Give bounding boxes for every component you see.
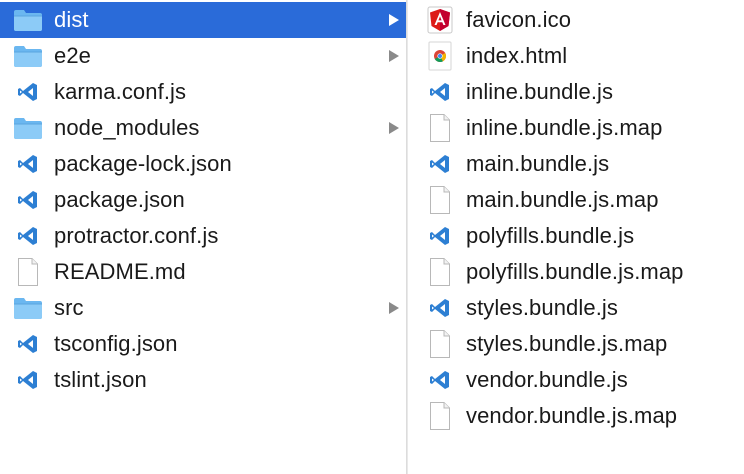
chevron-right-icon[interactable] (388, 49, 400, 63)
chrome-logo-icon (424, 40, 456, 72)
item-label: protractor.conf.js (54, 223, 219, 248)
item-label: e2e (54, 43, 92, 68)
item-label: vendor.bundle.js (466, 367, 628, 392)
folder-row-node-modules[interactable]: node_modules (0, 110, 406, 146)
file-row-tsconfig-json[interactable]: tsconfig.json (0, 326, 406, 362)
vscode-file-icon (12, 364, 44, 396)
item-label: package-lock.json (54, 151, 232, 176)
angular-logo-icon (424, 4, 456, 36)
folder-row-src[interactable]: src (0, 290, 406, 326)
dist-folder-column[interactable]: favicon.ico index.html inline.bundle.js inl… (408, 2, 744, 474)
item-label: dist (54, 7, 89, 32)
file-row-karma-conf-js[interactable]: karma.conf.js (0, 74, 406, 110)
vscode-file-icon (424, 292, 456, 324)
file-row-package-json[interactable]: package.json (0, 182, 406, 218)
blank-document-icon (424, 400, 456, 432)
vscode-file-icon (12, 184, 44, 216)
file-row-tslint-json[interactable]: tslint.json (0, 362, 406, 398)
folder-icon (12, 40, 44, 72)
file-row-favicon-ico[interactable]: favicon.ico (408, 2, 744, 38)
vscode-file-icon (424, 76, 456, 108)
file-row-vendor-bundle-js-map[interactable]: vendor.bundle.js.map (408, 398, 744, 434)
file-row-styles-bundle-js-map[interactable]: styles.bundle.js.map (408, 326, 744, 362)
vscode-file-icon (424, 364, 456, 396)
item-label: inline.bundle.js.map (466, 115, 663, 140)
vscode-file-icon (12, 220, 44, 252)
item-label: vendor.bundle.js.map (466, 403, 678, 428)
file-row-protractor-conf-js[interactable]: protractor.conf.js (0, 218, 406, 254)
folder-icon (12, 4, 44, 36)
item-label: karma.conf.js (54, 79, 187, 104)
file-row-styles-bundle-js[interactable]: styles.bundle.js (408, 290, 744, 326)
item-label: node_modules (54, 115, 200, 140)
vscode-file-icon (12, 76, 44, 108)
chevron-right-icon[interactable] (388, 13, 400, 27)
item-label: tsconfig.json (54, 331, 178, 356)
vscode-file-icon (424, 148, 456, 180)
vscode-file-icon (424, 220, 456, 252)
vscode-file-icon (12, 328, 44, 360)
item-label: tslint.json (54, 367, 147, 392)
chevron-right-icon[interactable] (388, 121, 400, 135)
file-row-vendor-bundle-js[interactable]: vendor.bundle.js (408, 362, 744, 398)
blank-document-icon (424, 328, 456, 360)
file-row-polyfills-bundle-js-map[interactable]: polyfills.bundle.js.map (408, 254, 744, 290)
blank-document-icon (424, 256, 456, 288)
blank-document-icon (12, 256, 44, 288)
folder-row-e2e[interactable]: e2e (0, 38, 406, 74)
file-row-main-bundle-js[interactable]: main.bundle.js (408, 146, 744, 182)
finder-column-browser: dist e2e karma.conf.js node_modules package-… (0, 0, 744, 474)
file-row-package-lock-json[interactable]: package-lock.json (0, 146, 406, 182)
chevron-right-icon[interactable] (388, 301, 400, 315)
file-row-polyfills-bundle-js[interactable]: polyfills.bundle.js (408, 218, 744, 254)
item-label: polyfills.bundle.js (466, 223, 635, 248)
item-label: index.html (466, 43, 568, 68)
file-row-inline-bundle-js-map[interactable]: inline.bundle.js.map (408, 110, 744, 146)
item-label: main.bundle.js (466, 151, 610, 176)
item-label: src (54, 295, 84, 320)
item-label: favicon.ico (466, 7, 572, 32)
file-row-readme-md[interactable]: README.md (0, 254, 406, 290)
file-row-inline-bundle-js[interactable]: inline.bundle.js (408, 74, 744, 110)
item-label: styles.bundle.js.map (466, 331, 668, 356)
blank-document-icon (424, 112, 456, 144)
blank-document-icon (424, 184, 456, 216)
item-label: README.md (54, 259, 186, 284)
item-label: polyfills.bundle.js.map (466, 259, 684, 284)
folder-icon (12, 292, 44, 324)
item-label: package.json (54, 187, 185, 212)
parent-folder-column[interactable]: dist e2e karma.conf.js node_modules package-… (0, 2, 406, 474)
item-label: main.bundle.js.map (466, 187, 659, 212)
vscode-file-icon (12, 148, 44, 180)
folder-icon (12, 112, 44, 144)
folder-row-dist[interactable]: dist (0, 2, 406, 38)
item-label: styles.bundle.js (466, 295, 619, 320)
file-row-index-html[interactable]: index.html (408, 38, 744, 74)
file-row-main-bundle-js-map[interactable]: main.bundle.js.map (408, 182, 744, 218)
item-label: inline.bundle.js (466, 79, 614, 104)
